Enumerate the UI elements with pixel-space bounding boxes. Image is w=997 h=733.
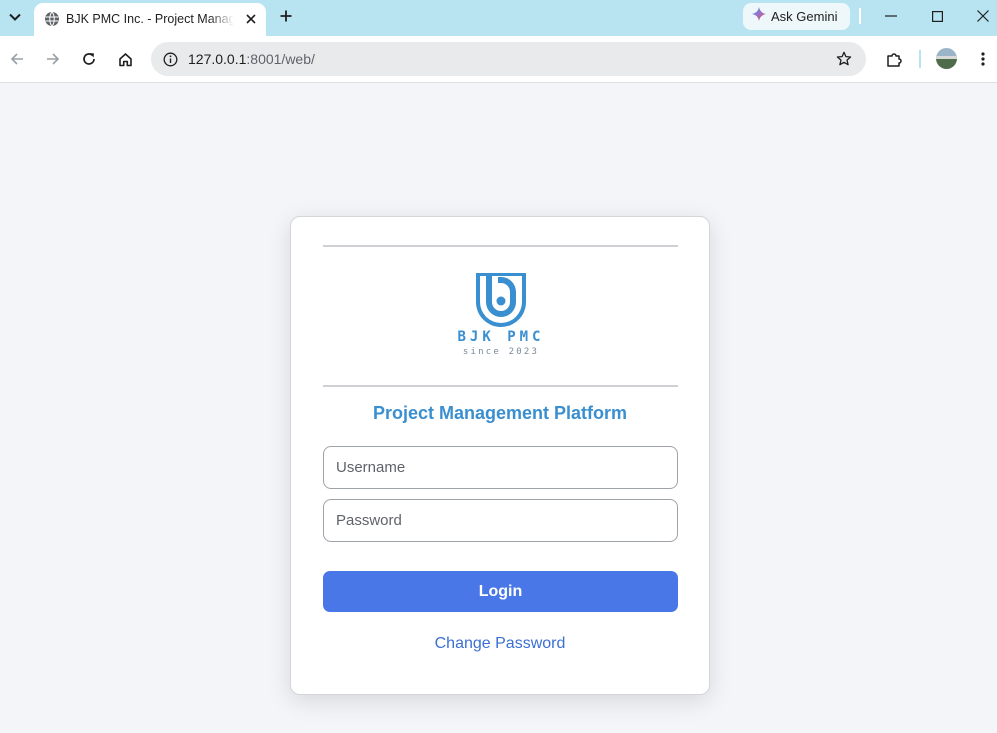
reload-icon[interactable] (78, 48, 100, 70)
toolbar-divider (919, 50, 921, 68)
active-tab[interactable]: BJK PMC Inc. - Project Management Platfo… (34, 3, 266, 36)
tab-search-chevron-icon[interactable] (4, 6, 26, 28)
profile-avatar[interactable] (936, 48, 957, 69)
bookmark-star-icon[interactable] (834, 49, 854, 69)
logo-text: BJK PMC (457, 329, 545, 345)
bjk-pmc-logo: BJK PMC since 2023 (456, 272, 546, 357)
username-input[interactable] (323, 446, 678, 489)
login-card: BJK PMC since 2023 Project Management Pl… (290, 216, 710, 695)
tab-strip: BJK PMC Inc. - Project Management Platfo… (0, 0, 997, 36)
tabbar-divider (859, 8, 861, 24)
back-arrow-icon[interactable] (6, 48, 28, 70)
home-icon[interactable] (114, 48, 136, 70)
close-window-icon[interactable] (972, 6, 994, 26)
url-path: :8001/web/ (246, 51, 315, 67)
ask-gemini-button[interactable]: Ask Gemini (743, 3, 850, 30)
ask-gemini-label: Ask Gemini (771, 9, 838, 24)
globe-icon (44, 11, 60, 27)
bottom-divider (323, 385, 678, 387)
top-divider (323, 245, 678, 247)
site-info-icon[interactable] (161, 50, 179, 68)
tab-title: BJK PMC Inc. - Project Management Platfo… (66, 12, 234, 26)
forward-arrow-icon[interactable] (42, 48, 64, 70)
menu-kebab-icon[interactable] (972, 48, 994, 70)
address-bar[interactable]: 127.0.0.1:8001/web/ (151, 42, 866, 76)
logo-mark-icon (476, 273, 526, 327)
new-tab-plus-icon[interactable] (276, 6, 296, 26)
page-title: Project Management Platform (372, 403, 628, 423)
browser-toolbar: 127.0.0.1:8001/web/ (0, 36, 997, 83)
close-tab-icon[interactable] (241, 9, 261, 29)
url-host: 127.0.0.1 (188, 51, 247, 67)
extensions-puzzle-icon[interactable] (883, 48, 905, 70)
logo-tagline: since 2023 (462, 347, 540, 357)
minimize-icon[interactable] (880, 6, 902, 26)
change-password-link[interactable]: Change Password (291, 635, 709, 653)
maximize-icon[interactable] (926, 6, 948, 26)
url-text: 127.0.0.1:8001/web/ (188, 51, 315, 67)
login-button[interactable]: Login (323, 571, 678, 612)
password-input[interactable] (323, 499, 678, 542)
gemini-sparkle-icon (752, 7, 766, 26)
